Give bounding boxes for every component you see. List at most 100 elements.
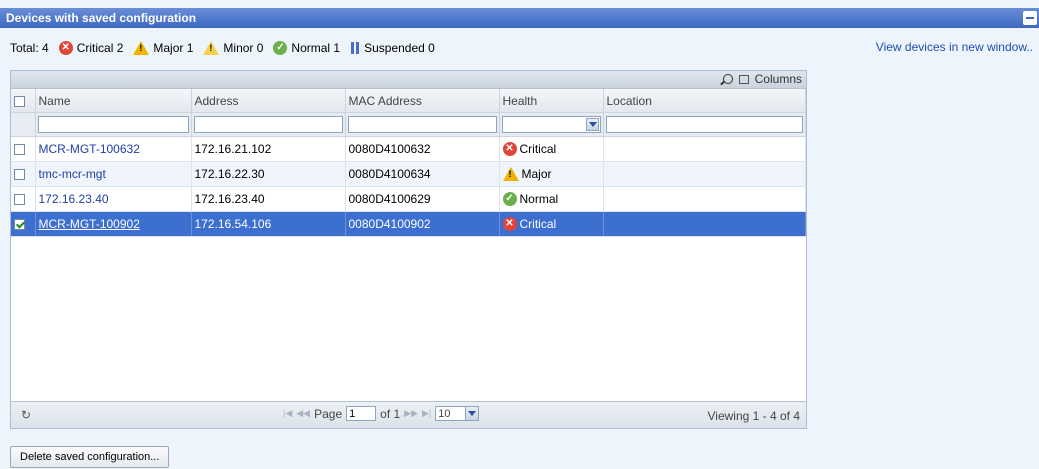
filter-row [11, 112, 806, 137]
name-cell[interactable]: 172.16.23.40 [35, 186, 192, 212]
column-header-name[interactable]: Name [35, 89, 192, 113]
column-header-address[interactable]: Address [191, 89, 346, 113]
panel-title-bar: Devices with saved configuration [0, 8, 1039, 28]
columns-icon[interactable] [738, 74, 749, 84]
critical-icon: ✕ [502, 142, 517, 156]
summary-minor[interactable]: Minor 0 [203, 41, 263, 55]
header-row: Name Address MAC Address Health Location [11, 89, 806, 113]
location-cell [603, 136, 806, 162]
chevron-down-icon[interactable] [585, 118, 599, 131]
row-checkbox-cell[interactable] [11, 161, 36, 187]
mac-cell: 0080D4100634 [345, 161, 500, 187]
table-row[interactable]: 172.16.23.40 172.16.23.40 0080D4100629 ✓ Nor… [11, 186, 806, 212]
address-filter-input[interactable] [193, 116, 343, 133]
page-number-input[interactable] [346, 406, 377, 421]
address-cell: 172.16.54.106 [191, 211, 346, 237]
select-all-header[interactable] [11, 89, 36, 113]
minor-icon [203, 41, 220, 55]
filter-spacer [11, 112, 36, 137]
panel-title: Devices with saved configuration [6, 11, 197, 25]
location-cell [603, 186, 806, 212]
health-label: Normal [519, 192, 559, 206]
health-label: Major [521, 167, 552, 181]
address-cell: 172.16.22.30 [191, 161, 346, 187]
location-cell [603, 161, 806, 187]
health-filter-select[interactable] [501, 116, 601, 133]
health-cell: Major [499, 161, 604, 187]
row-checkbox-cell[interactable] [11, 136, 36, 162]
last-page-icon[interactable]: ▶| [422, 408, 431, 419]
mac-cell: 0080D4100902 [345, 211, 500, 237]
name-cell[interactable]: MCR-MGT-100632 [35, 136, 192, 162]
normal-icon: ✓ [502, 192, 517, 206]
suspended-icon [350, 42, 360, 54]
row-checkbox[interactable] [14, 144, 25, 156]
major-icon [502, 167, 519, 181]
mac-cell: 0080D4100632 [345, 136, 500, 162]
normal-icon: ✓ [273, 41, 288, 55]
address-cell: 172.16.23.40 [191, 186, 346, 212]
table-row[interactable]: MCR-MGT-100632 172.16.21.102 0080D4100632 ✕… [11, 136, 806, 162]
summary-normal[interactable]: ✓ Normal 1 [273, 41, 340, 55]
summary-major[interactable]: Major 1 [133, 41, 193, 55]
page-of-label: of 1 [380, 406, 401, 421]
address-cell: 172.16.21.102 [191, 136, 346, 162]
summary-suspended-label: Suspended 0 [364, 41, 435, 55]
chevron-down-icon[interactable] [465, 407, 479, 420]
first-page-icon[interactable]: |◀ [283, 408, 292, 419]
devices-grid: Columns Name Address MAC Address Health … [10, 70, 807, 429]
location-filter-input[interactable] [605, 116, 803, 133]
next-page-icon[interactable]: ▶▶ [404, 408, 418, 419]
refresh-icon[interactable]: ↻ [21, 408, 31, 422]
select-all-checkbox[interactable] [14, 95, 25, 107]
health-cell: ✕ Critical [499, 211, 604, 237]
prev-page-icon[interactable]: ◀◀ [296, 408, 310, 419]
device-name-link[interactable]: MCR-MGT-100632 [39, 142, 140, 156]
health-label: Critical [519, 142, 557, 156]
major-icon [133, 41, 150, 55]
name-cell[interactable]: tmc-mcr-mgt [35, 161, 192, 187]
devices-panel: Devices with saved configuration Total: … [0, 0, 1039, 469]
viewing-count: Viewing 1 - 4 of 4 [707, 409, 800, 423]
device-name-link[interactable]: tmc-mcr-mgt [39, 167, 106, 181]
name-filter-input[interactable] [37, 116, 189, 133]
row-checkbox-cell[interactable] [11, 186, 36, 212]
column-header-mac[interactable]: MAC Address [345, 89, 500, 113]
name-cell[interactable]: MCR-MGT-100902 [35, 211, 192, 237]
summary-normal-label: Normal 1 [291, 41, 341, 55]
row-checkbox-cell[interactable] [11, 211, 36, 237]
mac-filter-input[interactable] [347, 116, 497, 133]
row-checkbox[interactable] [14, 219, 25, 231]
columns-button[interactable]: Columns [755, 72, 802, 86]
summary-suspended[interactable]: Suspended 0 [350, 41, 435, 55]
health-cell: ✕ Critical [499, 136, 604, 162]
page-label: Page [314, 406, 343, 421]
critical-icon: ✕ [502, 217, 517, 231]
grid-footer: ↻ |◀ ◀◀ Page of 1 ▶▶ ▶| 10 Viewing 1 - 4… [11, 401, 806, 428]
health-label: Critical [519, 217, 557, 231]
mac-cell: 0080D4100629 [345, 186, 500, 212]
device-name-link[interactable]: 172.16.23.40 [39, 192, 109, 206]
column-header-location[interactable]: Location [603, 89, 806, 113]
location-cell [603, 211, 806, 237]
grid-toolbar: Columns [11, 71, 806, 89]
row-checkbox[interactable] [14, 194, 25, 206]
health-summary: Total: 4 ✕ Critical 2 Major 1 Minor 0 ✓ … [10, 40, 441, 56]
page-size-select[interactable]: 10 [435, 406, 480, 421]
page-size-value: 10 [438, 407, 451, 420]
view-devices-link[interactable]: View devices in new window.. [876, 40, 1033, 54]
device-name-link[interactable]: MCR-MGT-100902 [39, 217, 140, 231]
summary-minor-label: Minor 0 [223, 41, 264, 55]
summary-total: Total: 4 [10, 41, 49, 55]
table-row[interactable]: MCR-MGT-100902 172.16.54.106 0080D4100902 ✕… [11, 211, 806, 237]
summary-major-label: Major 1 [153, 41, 194, 55]
table-row[interactable]: tmc-mcr-mgt 172.16.22.300080D4100634 Major [11, 161, 806, 187]
collapse-icon[interactable] [1023, 11, 1037, 25]
column-header-health[interactable]: Health [499, 89, 604, 113]
search-icon[interactable] [722, 74, 733, 84]
delete-saved-configuration-button[interactable]: Delete saved configuration... [10, 446, 170, 468]
pager: |◀ ◀◀ Page of 1 ▶▶ ▶| 10 [283, 406, 480, 421]
summary-critical[interactable]: ✕ Critical 2 [58, 41, 124, 55]
summary-critical-label: Critical 2 [76, 41, 124, 55]
row-checkbox[interactable] [14, 169, 25, 181]
